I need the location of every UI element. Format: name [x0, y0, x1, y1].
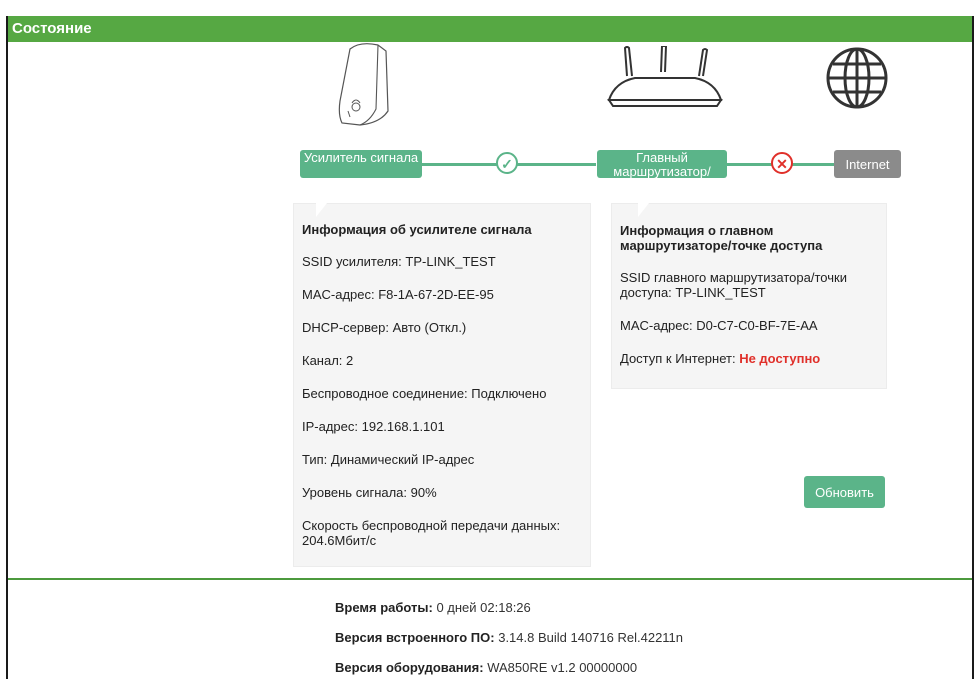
router-ssid: SSID главного маршрутизатора/точки досту…: [620, 270, 847, 300]
internet-access-value: Не доступно: [739, 351, 821, 366]
firmware-label: Версия встроенного ПО:: [335, 630, 495, 645]
footer-divider: [8, 578, 972, 580]
firmware-row: Версия встроенного ПО: 3.14.8 Build 1407…: [335, 630, 683, 660]
repeater-mac: MAC-адрес: F8-1A-67-2D-EE-95: [302, 287, 494, 302]
page-title: Состояние: [8, 16, 972, 42]
repeater-ip: IP-адрес: 192.168.1.101: [302, 419, 445, 434]
repeater-signal-level: Уровень сигнала: 90%: [302, 485, 437, 500]
repeater-dhcp: DHCP-сервер: Авто (Откл.): [302, 320, 467, 335]
uptime-row: Время работы: 0 дней 02:18:26: [335, 600, 683, 630]
repeater-device-icon: [338, 43, 389, 126]
panel-notch: [316, 203, 327, 217]
uptime-label: Время работы:: [335, 600, 433, 615]
repeater-info-panel: Информация об усилителе сигнала SSID уси…: [293, 203, 591, 567]
repeater-info-title: Информация об усилителе сигнала: [302, 222, 532, 237]
system-info: Время работы: 0 дней 02:18:26 Версия вст…: [335, 600, 683, 679]
router-info-panel: Информация о главном маршрутизаторе/точк…: [611, 203, 887, 389]
repeater-node-label: Усилитель сигнала: [303, 150, 419, 165]
router-node-label: Главный маршрутизатор/: [613, 150, 711, 179]
refresh-button[interactable]: Обновить: [804, 476, 885, 508]
router-mac: MAC-адрес: D0-C7-C0-BF-7E-AA: [620, 318, 818, 333]
repeater-node: Усилитель сигнала: [300, 150, 422, 178]
internet-node-label: Internet: [845, 157, 890, 172]
router-info-title: Информация о главном маршрутизаторе/точк…: [620, 223, 823, 253]
status-page: Состояние Усилитель сигнала ✓ Главный ма…: [6, 16, 974, 679]
uptime-value: 0 дней 02:18:26: [436, 600, 531, 615]
hardware-row: Версия оборудования: WA850RE v1.2 000000…: [335, 660, 683, 679]
repeater-ip-type: Тип: Динамический IP-адрес: [302, 452, 475, 467]
repeater-tx-rate: Скорость беспроводной передачи данных: 2…: [302, 518, 561, 548]
internet-node: Internet: [834, 150, 901, 178]
x-circle-icon: ✕: [771, 152, 793, 174]
internet-access-label: Доступ к Интернет:: [620, 351, 736, 366]
check-circle-icon: ✓: [496, 152, 518, 174]
repeater-channel: Канал: 2: [302, 353, 354, 368]
router-internet-access: Доступ к Интернет: Не доступно: [620, 351, 878, 366]
repeater-ssid: SSID усилителя: TP-LINK_TEST: [302, 254, 496, 269]
router-node: Главный маршрутизатор/: [597, 150, 727, 178]
hardware-label: Версия оборудования:: [335, 660, 484, 675]
globe-icon: [826, 47, 888, 109]
firmware-value: 3.14.8 Build 140716 Rel.42211n: [498, 630, 684, 645]
router-icon: [607, 46, 723, 107]
repeater-wireless-status: Беспроводное соединение: Подключено: [302, 386, 547, 401]
panel-notch: [638, 203, 649, 217]
hardware-value: WA850RE v1.2 00000000: [487, 660, 638, 675]
